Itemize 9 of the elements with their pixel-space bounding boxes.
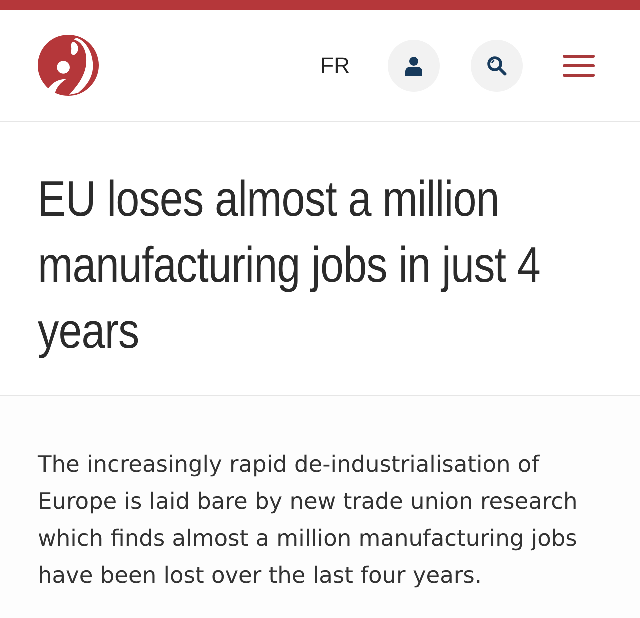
menu-button[interactable] [563, 54, 595, 76]
language-switch-link[interactable]: FR [320, 52, 350, 78]
article-lead-paragraph: The increasingly rapid de-industrialisation of Europe is laid bare by new trade union research which finds almost a million manufacturing jobs have been lost over the last four years. [38, 451, 579, 591]
account-button[interactable] [388, 40, 440, 92]
search-icon [487, 56, 507, 76]
logo-icon[interactable] [37, 34, 100, 97]
menu-icon [563, 54, 595, 76]
person-icon [404, 56, 424, 76]
article-headline: EU loses almost a million manufacturing jobs in just 4 years [38, 170, 542, 361]
